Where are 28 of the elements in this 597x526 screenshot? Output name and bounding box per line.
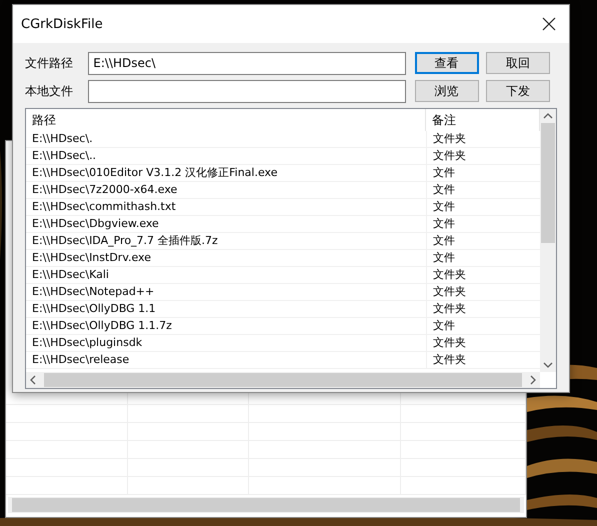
close-icon[interactable] <box>541 16 557 32</box>
table-cell-text: E:\\HDsec\. <box>31 131 94 147</box>
table-cell-text: E:\\HDsec\OllyDBG 1.1.7z <box>31 318 173 334</box>
dialog-button[interactable]: 浏览 <box>414 80 479 102</box>
horizontal-scrollbar[interactable] <box>8 497 524 513</box>
table-cell-text: E:\\HDsec\Notepad++ <box>31 284 156 300</box>
table-cell-text: E:\\HDsec\commithash.txt <box>31 199 177 215</box>
field-label: 本地文件 <box>25 82 74 100</box>
field-label: 文件路径 <box>25 54 74 72</box>
text-field[interactable] <box>88 80 406 102</box>
table-cell-text: E:\\HDsec\InstDrv.exe <box>31 250 152 266</box>
table-cell-text: E:\\HDsec\release <box>31 352 130 368</box>
text-field[interactable]: E:\\HDsec\ <box>88 52 406 74</box>
table-cell-text: E:\\HDsec\7z2000-x64.exe <box>31 182 178 198</box>
dialog-button[interactable]: 取回 <box>486 52 550 74</box>
table-cell-text: E:\\HDsec\pluginsdk <box>31 335 144 351</box>
window-title: CGrkDiskFile <box>21 16 103 32</box>
dialog-button[interactable]: 查看 <box>414 52 479 74</box>
table-cell-text: E:\\HDsec\.. <box>31 148 98 164</box>
column-header[interactable]: 路径 <box>26 109 426 131</box>
table-cell-text: E:\\HDsec\010Editor V3.1.2 汉化修正Final.exe <box>31 165 278 181</box>
table-cell-text: E:\\HDsec\Kali <box>31 267 110 283</box>
dialog-button[interactable]: 下发 <box>486 80 550 102</box>
horizontal-scrollbar[interactable] <box>26 372 540 388</box>
table-cell-text: E:\\HDsec\Dbgview.exe <box>31 216 160 232</box>
vertical-scrollbar[interactable] <box>540 109 556 372</box>
table-cell-text: E:\\HDsec\IDA_Pro_7.7 全插件版.7z <box>31 233 219 249</box>
table-cell-text: E:\\HDsec\OllyDBG 1.1 <box>31 301 157 317</box>
